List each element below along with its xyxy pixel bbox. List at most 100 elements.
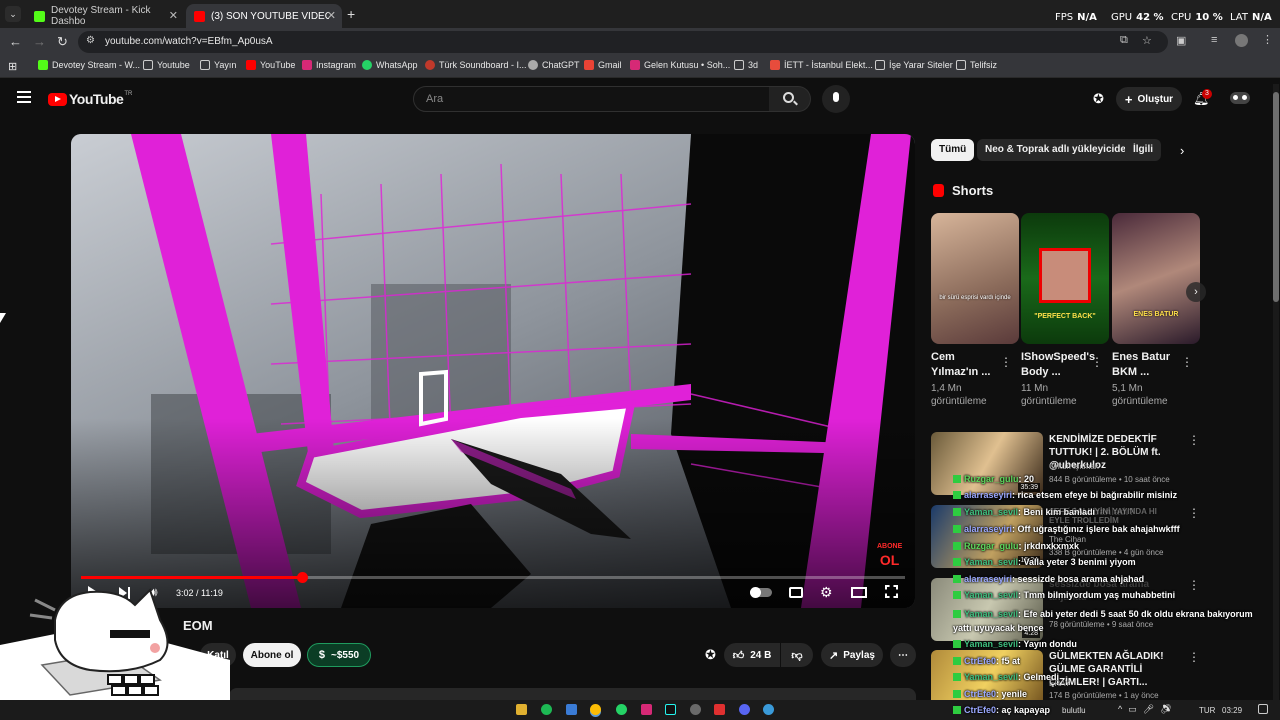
- instagram-icon[interactable]: [641, 704, 652, 715]
- settings-gear-icon[interactable]: ⚙: [820, 584, 833, 601]
- iett-icon: [770, 60, 780, 70]
- bookmark-item[interactable]: Gmail: [584, 60, 622, 70]
- reading-list-icon[interactable]: ≡: [1211, 34, 1217, 46]
- video-player[interactable]: ABONE OL 🔊︎ 3:02 / 11:19 ⚙: [71, 134, 915, 608]
- dislike-button[interactable]: 👎︎: [781, 643, 813, 667]
- site-info-icon[interactable]: ⚙: [86, 35, 95, 46]
- spotify-icon[interactable]: [541, 704, 552, 715]
- premium-clip-icon[interactable]: ✪: [705, 647, 716, 663]
- steam-icon[interactable]: [690, 704, 701, 715]
- apps-icon[interactable]: ⊞: [8, 60, 17, 73]
- autoplay-toggle[interactable]: [750, 587, 772, 598]
- short-thumbnail[interactable]: bir sürü esprisi vardı içinde: [931, 213, 1019, 344]
- page-scrollbar[interactable]: [1273, 84, 1279, 700]
- bookmark-item[interactable]: Devotey Stream - W...: [38, 60, 140, 70]
- short-views: 11 Mn görüntüleme: [1021, 383, 1077, 407]
- video-thumbnail[interactable]: 35:39: [931, 432, 1043, 495]
- bookmark-folder[interactable]: Telifsiz: [956, 60, 997, 70]
- chip-related[interactable]: İlgili: [1125, 139, 1161, 161]
- account-avatar[interactable]: [1230, 92, 1250, 104]
- tab-search-button[interactable]: ⌄: [5, 6, 21, 22]
- notification-badge: 3: [1202, 89, 1212, 99]
- notification-center-icon[interactable]: [1258, 704, 1268, 714]
- video-menu-icon[interactable]: ⋮: [1188, 579, 1200, 591]
- description-box[interactable]: [229, 688, 916, 700]
- theater-mode-icon[interactable]: [851, 587, 867, 598]
- clock[interactable]: 03:29: [1222, 706, 1242, 715]
- share-button[interactable]: ↗ Paylaş: [821, 643, 883, 667]
- bookmark-folder[interactable]: 3d: [734, 60, 758, 70]
- bookmark-item[interactable]: Türk Soundboard - I...: [425, 60, 527, 70]
- short-thumbnail[interactable]: "PERFECT BACK": [1021, 213, 1109, 344]
- tray-icons[interactable]: ^▭🎤︎🔊︎: [1118, 704, 1178, 715]
- video-menu-icon[interactable]: ⋮: [1188, 434, 1200, 446]
- bookmark-item[interactable]: İETT - İstanbul Elekt...: [770, 60, 873, 70]
- app-icon[interactable]: [566, 704, 577, 715]
- tab-kick-dashboard[interactable]: Devotey Stream - Kick Dashbo ✕: [26, 4, 184, 28]
- kick-badge-icon: [953, 542, 961, 550]
- discord-icon[interactable]: [739, 704, 750, 715]
- bookmark-item[interactable]: WhatsApp: [362, 60, 418, 70]
- close-icon[interactable]: ✕: [327, 9, 336, 22]
- bookmark-item[interactable]: YouTube: [246, 60, 295, 70]
- video-menu-icon[interactable]: ⋮: [1188, 651, 1200, 663]
- bookmark-item[interactable]: Gelen Kutusu • Soh...: [630, 60, 730, 70]
- search-input[interactable]: Ara: [413, 86, 770, 112]
- bookmark-folder[interactable]: Yayın: [200, 60, 236, 70]
- like-button[interactable]: 👍︎ 24 B: [724, 643, 780, 667]
- media-app-icon[interactable]: [714, 704, 725, 715]
- premium-icon[interactable]: ✪: [1093, 91, 1104, 107]
- subtitles-icon[interactable]: [789, 587, 803, 598]
- bookmark-star-icon[interactable]: ☆: [1142, 34, 1152, 47]
- bookmark-folder[interactable]: Youtube: [143, 60, 190, 70]
- video-menu-icon[interactable]: ⋮: [1188, 507, 1200, 519]
- chip-from-uploader[interactable]: Neo & Toprak adlı yükleyiciden: [977, 139, 1141, 161]
- voice-search-button[interactable]: [822, 85, 850, 113]
- youtube-logo[interactable]: YouTube TR: [48, 91, 132, 107]
- short-title[interactable]: Cem Yılmaz'ın ...: [931, 350, 997, 380]
- create-button[interactable]: + Oluştur: [1116, 87, 1182, 111]
- bookmark-folder[interactable]: İşe Yarar Siteler: [875, 60, 953, 70]
- browser-menu-icon[interactable]: ⋮: [1262, 33, 1273, 46]
- short-thumbnail[interactable]: ENES BATUR: [1112, 213, 1200, 344]
- short-title[interactable]: Enes Batur BKM ...: [1112, 350, 1178, 380]
- file-explorer-icon[interactable]: [516, 704, 527, 715]
- scrollbar-thumb[interactable]: [1273, 92, 1279, 302]
- forward-icon[interactable]: →: [33, 34, 46, 49]
- thanks-button[interactable]: $ ~$550: [307, 643, 371, 667]
- channel-name[interactable]: Orkun Işıtmak: [1049, 462, 1099, 471]
- tiktok-icon[interactable]: [665, 704, 676, 715]
- search-button[interactable]: [769, 86, 811, 112]
- progress-bar[interactable]: [81, 572, 905, 583]
- short-title[interactable]: IShowSpeed's Body ...: [1021, 350, 1095, 380]
- hamburger-menu-icon[interactable]: [17, 91, 31, 103]
- subscribe-button[interactable]: Abone ol: [243, 643, 301, 667]
- browser-app-icon[interactable]: [763, 704, 774, 715]
- address-bar[interactable]: ⚙ youtube.com/watch?v=EBfm_Ap0usA ⧉ ☆: [78, 31, 1168, 53]
- chip-all[interactable]: Tümü: [931, 139, 975, 161]
- whatsapp-icon[interactable]: [616, 704, 627, 715]
- soundboard-icon: [425, 60, 435, 70]
- extensions-icon[interactable]: ▣: [1176, 34, 1186, 47]
- chrome-icon[interactable]: [590, 704, 601, 715]
- bookmark-item[interactable]: ChatGPT: [528, 60, 580, 70]
- more-actions-button[interactable]: ⋯: [890, 643, 916, 667]
- tab-youtube-video[interactable]: (3) SON YOUTUBE VİDEOM - Yo ✕: [186, 4, 342, 28]
- progress-bar-scrubber[interactable]: [296, 572, 308, 583]
- install-icon[interactable]: ⧉: [1120, 34, 1128, 47]
- new-tab-button[interactable]: +: [347, 6, 355, 22]
- language-indicator[interactable]: TUR: [1199, 706, 1215, 715]
- short-menu-icon[interactable]: ⋮: [1091, 356, 1103, 368]
- bookmark-item[interactable]: Instagram: [302, 60, 356, 70]
- video-meta: 844 B görüntüleme • 10 saat önce: [1049, 475, 1170, 484]
- chat-message: Ruzgar_gulu: 20: [953, 474, 1034, 484]
- reload-icon[interactable]: ↻: [57, 34, 68, 50]
- share-icon: ↗: [829, 649, 839, 662]
- shorts-next-button[interactable]: ›: [1186, 282, 1206, 302]
- close-icon[interactable]: ✕: [169, 9, 178, 22]
- back-icon[interactable]: ←: [9, 34, 22, 49]
- short-menu-icon[interactable]: ⋮: [1000, 356, 1012, 368]
- profile-avatar[interactable]: [1235, 34, 1248, 47]
- chevron-right-icon[interactable]: ›: [1180, 143, 1184, 158]
- short-menu-icon[interactable]: ⋮: [1181, 356, 1193, 368]
